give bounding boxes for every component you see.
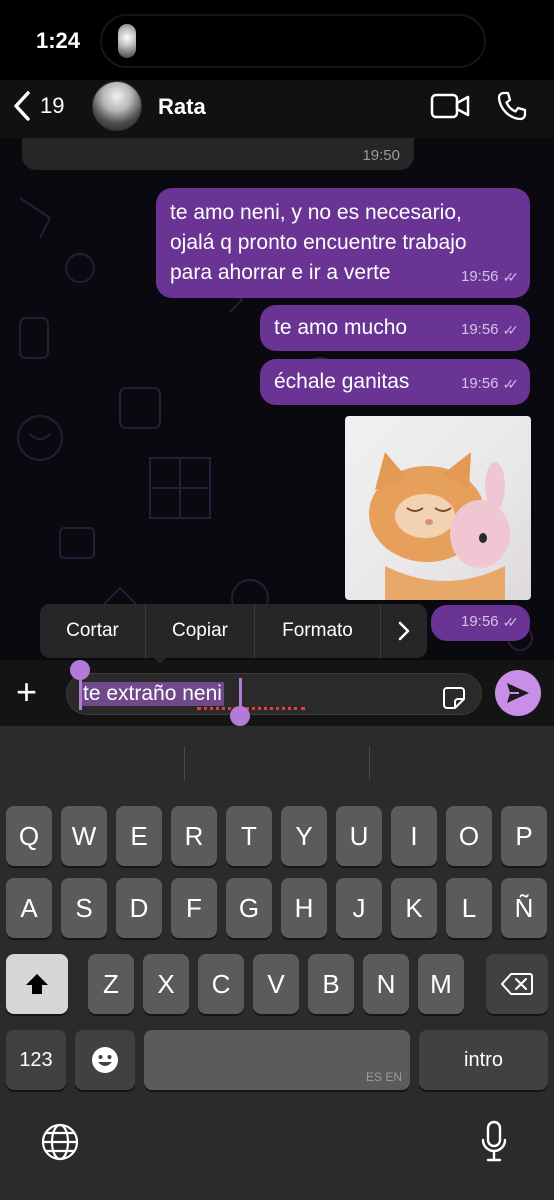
space-key[interactable]: ES EN (144, 1030, 410, 1090)
read-receipt-icon: ✓✓ (502, 322, 520, 338)
selection-end-line (239, 678, 242, 708)
key-r[interactable]: R (171, 806, 217, 866)
key-m[interactable]: M (418, 954, 464, 1014)
message-input-text: te extraño neni (81, 682, 224, 706)
key-k[interactable]: K (391, 878, 437, 938)
read-receipt-icon: ✓✓ (502, 376, 520, 392)
key-z[interactable]: Z (88, 954, 134, 1014)
chat-header: 19 Rata (0, 80, 554, 138)
flashlight-icon (118, 24, 136, 58)
message-input[interactable]: te extraño neni (66, 673, 482, 715)
key-d[interactable]: D (116, 878, 162, 938)
key-l[interactable]: L (446, 878, 492, 938)
key-u[interactable]: U (336, 806, 382, 866)
prediction-divider (184, 746, 185, 780)
shift-key[interactable] (6, 954, 68, 1014)
key-h[interactable]: H (281, 878, 327, 938)
selection-start-line (79, 676, 82, 710)
key-n-tilde[interactable]: Ñ (501, 878, 547, 938)
send-icon (507, 683, 529, 703)
key-j[interactable]: J (336, 878, 382, 938)
key-p[interactable]: P (501, 806, 547, 866)
copy-button[interactable]: Copiar (146, 604, 255, 658)
key-i[interactable]: I (391, 806, 437, 866)
key-q[interactable]: Q (6, 806, 52, 866)
globe-icon[interactable] (40, 1122, 80, 1162)
chevron-right-icon (398, 621, 410, 641)
text-edit-menu: Cortar Copiar Formato (40, 604, 427, 658)
key-o[interactable]: O (446, 806, 492, 866)
emoji-key[interactable] (75, 1030, 135, 1090)
key-w[interactable]: W (61, 806, 107, 866)
unread-count: 19 (40, 93, 65, 118)
back-button[interactable]: 19 (10, 86, 64, 126)
chat-area[interactable]: 19:50 te amo neni, y no es necesario, oj… (0, 138, 554, 660)
photo-timestamp: 19:56 ✓✓ (431, 605, 530, 641)
key-g[interactable]: G (226, 878, 272, 938)
menu-pointer (150, 654, 170, 664)
spellcheck-underline (197, 707, 305, 710)
send-button[interactable] (495, 670, 541, 716)
photo-message[interactable] (345, 416, 531, 600)
attach-plus-icon[interactable]: + (16, 674, 37, 710)
incoming-message[interactable]: 19:50 (22, 138, 414, 170)
chevron-left-icon (14, 91, 30, 121)
key-c[interactable]: C (198, 954, 244, 1014)
emoji-icon (92, 1047, 118, 1073)
key-y[interactable]: Y (281, 806, 327, 866)
return-key[interactable]: intro (419, 1030, 548, 1090)
message-text-line: ojalá q pronto encuentre trabajo (170, 231, 467, 254)
avatar[interactable] (92, 81, 142, 131)
sticker-icon[interactable] (442, 686, 466, 710)
message-time: 19:56 (460, 375, 499, 392)
more-options-button[interactable] (381, 604, 427, 658)
message-time: 19:50 (362, 147, 400, 164)
status-time: 1:24 (36, 28, 81, 53)
delete-key[interactable] (486, 954, 548, 1014)
key-s[interactable]: S (61, 878, 107, 938)
key-f[interactable]: F (171, 878, 217, 938)
status-bar: 1:24 (0, 0, 554, 80)
key-e[interactable]: E (116, 806, 162, 866)
message-time: 19:56 (460, 321, 499, 338)
shift-icon (26, 974, 48, 994)
read-receipt-icon: ✓✓ (502, 269, 520, 285)
kitten-photo (369, 452, 510, 600)
keyboard-languages: ES EN (365, 1070, 402, 1084)
backspace-icon (501, 973, 533, 995)
message-text-line: te amo neni, y no es necesario, (170, 201, 462, 224)
outgoing-message[interactable]: échale ganitas 19:56 ✓✓ (260, 359, 530, 405)
read-receipt-icon: ✓✓ (502, 614, 520, 630)
cut-button[interactable]: Cortar (40, 604, 146, 658)
contact-name[interactable]: Rata (158, 94, 206, 120)
prediction-divider (369, 746, 370, 780)
numbers-key[interactable]: 123 (6, 1030, 66, 1090)
key-a[interactable]: A (6, 878, 52, 938)
outgoing-message[interactable]: te amo neni, y no es necesario, ojalá q … (156, 188, 530, 298)
format-button[interactable]: Formato (255, 604, 381, 658)
key-t[interactable]: T (226, 806, 272, 866)
key-v[interactable]: V (253, 954, 299, 1014)
key-b[interactable]: B (308, 954, 354, 1014)
video-call-icon[interactable] (430, 92, 470, 120)
key-n[interactable]: N (363, 954, 409, 1014)
phone-icon[interactable] (496, 90, 528, 122)
selection-end-handle[interactable] (230, 706, 250, 726)
keyboard: Q W E R T Y U I O P A S D F G H J K L Ñ … (0, 726, 554, 1200)
microphone-icon[interactable] (480, 1120, 508, 1164)
dynamic-island (100, 14, 486, 68)
outgoing-message[interactable]: te amo mucho 19:56 ✓✓ (260, 305, 530, 351)
message-time: 19:56 (460, 613, 499, 630)
message-time: 19:56 (460, 268, 499, 285)
key-x[interactable]: X (143, 954, 189, 1014)
